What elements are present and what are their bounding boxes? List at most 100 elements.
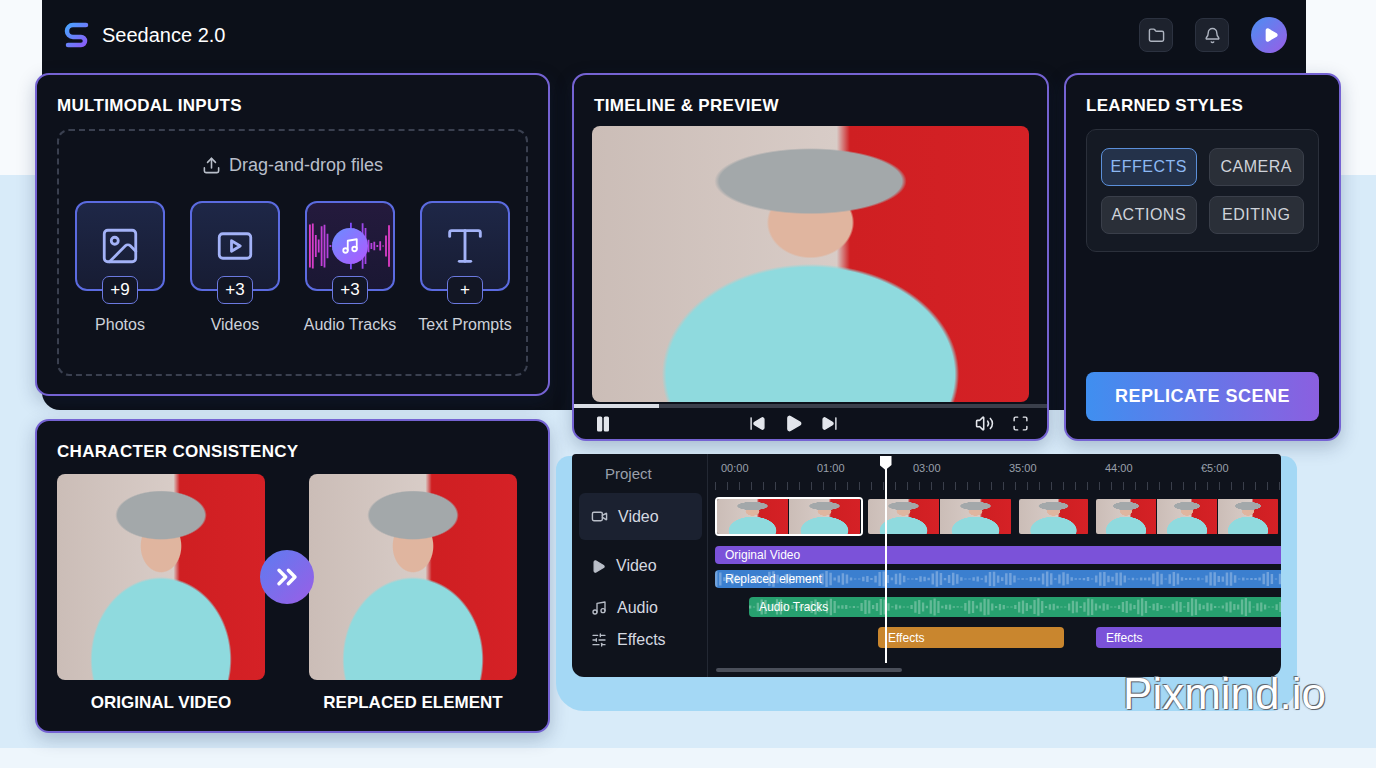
text-icon [442,223,488,269]
input-item: + Text Prompts [408,201,523,335]
track-bar-label: Effects [1106,631,1142,645]
original-video-frame [57,474,265,680]
timeline-scrollbar[interactable] [716,668,902,672]
input-label: Videos [211,315,260,335]
count-badge: + [447,276,483,304]
clip-thumbnail [1157,499,1218,534]
video-clip[interactable] [1094,497,1281,536]
character-consistency-panel: CHARACTER CONSISTENCY ORIGINAL VIDEOREPLA… [35,419,550,733]
folder-icon [1148,27,1165,44]
folder-button[interactable] [1139,18,1173,52]
track-bar[interactable]: Audio Tracks [749,597,1281,617]
sliders-icon [591,632,607,648]
photo-icon [99,225,141,267]
input-tile[interactable]: +9 [75,201,165,291]
music-note-badge [332,228,368,264]
input-label: Text Prompts [418,315,511,335]
notifications-button[interactable] [1195,18,1229,52]
track-lane: Effects Effects [715,627,1281,648]
count-badge: +9 [102,276,138,304]
track-icon [591,559,606,574]
panel-title: TIMELINE & PREVIEW [574,75,1047,117]
count-badge: +3 [217,276,253,304]
playhead[interactable] [885,456,887,663]
view-controls [975,414,1029,433]
track-list: ProjectVideoVideoAudioEffects [572,454,708,677]
right-column: TIMELINE & PREVIEWLEARNED STYLESEFFECTSC… [572,73,1341,677]
track-row[interactable]: Audio [579,592,702,624]
input-tile[interactable]: +3 [305,201,395,291]
progress-fill [574,404,659,408]
time-ruler: 00:0001:0003:0035:0044:00€5:00 [715,454,1281,490]
style-chips: EFFECTS CAMERA ACTIONS EDITING [1086,129,1319,252]
left-column: MULTIMODAL INPUTS Drag-and-drop files +9Ph… [35,73,550,733]
track-lane: Replaced element [715,570,1281,588]
fullscreen-button[interactable] [1012,415,1029,432]
video-icon [214,225,256,267]
volume-icon [975,414,994,433]
video-clip[interactable] [1017,497,1091,536]
video-clip[interactable] [866,497,1014,536]
skip-back-icon [749,415,766,432]
replicate-scene-button[interactable]: REPLICATE SCENE [1086,372,1319,421]
filmstrip [715,497,1281,536]
track-icon [591,600,607,616]
run-button[interactable] [1251,17,1287,53]
input-tile[interactable]: +3 [190,201,280,291]
track-lane: Audio Tracks [715,597,1281,617]
track-row[interactable]: Effects [579,625,702,655]
track-row[interactable]: Video [579,541,702,591]
ruler-label: €5:00 [1195,454,1281,490]
preview-panel: TIMELINE & PREVIEW [572,73,1049,441]
ruler-label: 00:00 [715,454,811,490]
pause-icon [594,415,612,433]
input-tiles: +9Photos+3Videos+3Audio Tracks+Text Prom… [63,201,523,335]
app-root: Seedance 2.0 MULTIMODAL INPUTS Drag-and-dr… [0,0,1376,768]
project-header: Project [579,454,702,492]
video-preview[interactable] [592,126,1029,402]
track-row[interactable]: Video [579,493,702,540]
track-bar[interactable]: Effects [878,627,1064,648]
input-item: +9Photos [63,201,178,335]
style-chip[interactable]: EDITING [1209,196,1305,234]
track-bar-label: Effects [888,631,924,645]
workspace: MULTIMODAL INPUTS Drag-and-drop files +9Ph… [0,73,1376,733]
clip-thumbnail [1019,499,1089,534]
track-bar-label: Original Video [725,548,800,562]
track-bar[interactable]: Replaced element [715,570,1281,588]
replace-arrow[interactable] [260,550,314,604]
dropzone[interactable]: Drag-and-drop files+9Photos+3Videos+3Aud… [57,129,528,376]
app-title: Seedance 2.0 [102,24,225,47]
progress-bar[interactable] [574,404,1047,408]
video-clip[interactable] [715,497,863,536]
clip-thumbnail [789,499,861,534]
input-tile[interactable]: + [420,201,510,291]
play-icon [784,414,803,433]
previous-button[interactable] [749,415,766,432]
track-bar-label: Audio Tracks [759,600,828,614]
ruler-label: 01:00 [811,454,907,490]
track-bar-label: Replaced element [725,572,822,586]
panel-title: CHARACTER CONSISTENCY [37,421,548,463]
play-button[interactable] [784,414,803,433]
pause-button[interactable] [594,415,612,433]
track-icon [591,632,607,648]
input-label: Audio Tracks [304,315,396,335]
replaced-element-frame [309,474,517,680]
input-item: +3 Videos [178,201,293,335]
bell-icon [1204,27,1221,44]
comparison-captions: ORIGINAL VIDEOREPLACED ELEMENT [57,692,528,714]
style-chip[interactable]: EFFECTS [1101,148,1197,186]
track-bar[interactable]: Original Video [715,546,1281,564]
comparison-row [57,474,528,680]
clip-thumbnail [717,499,789,534]
style-chip[interactable]: ACTIONS [1101,196,1197,234]
track-bar[interactable]: Effects [1096,627,1281,648]
caption: REPLACED ELEMENT [309,692,517,714]
panel-title: MULTIMODAL INPUTS [37,75,548,117]
dropzone-hint: Drag-and-drop files [202,153,383,177]
next-button[interactable] [821,415,838,432]
fullscreen-icon [1012,415,1029,432]
volume-button[interactable] [975,414,994,433]
style-chip[interactable]: CAMERA [1209,148,1305,186]
